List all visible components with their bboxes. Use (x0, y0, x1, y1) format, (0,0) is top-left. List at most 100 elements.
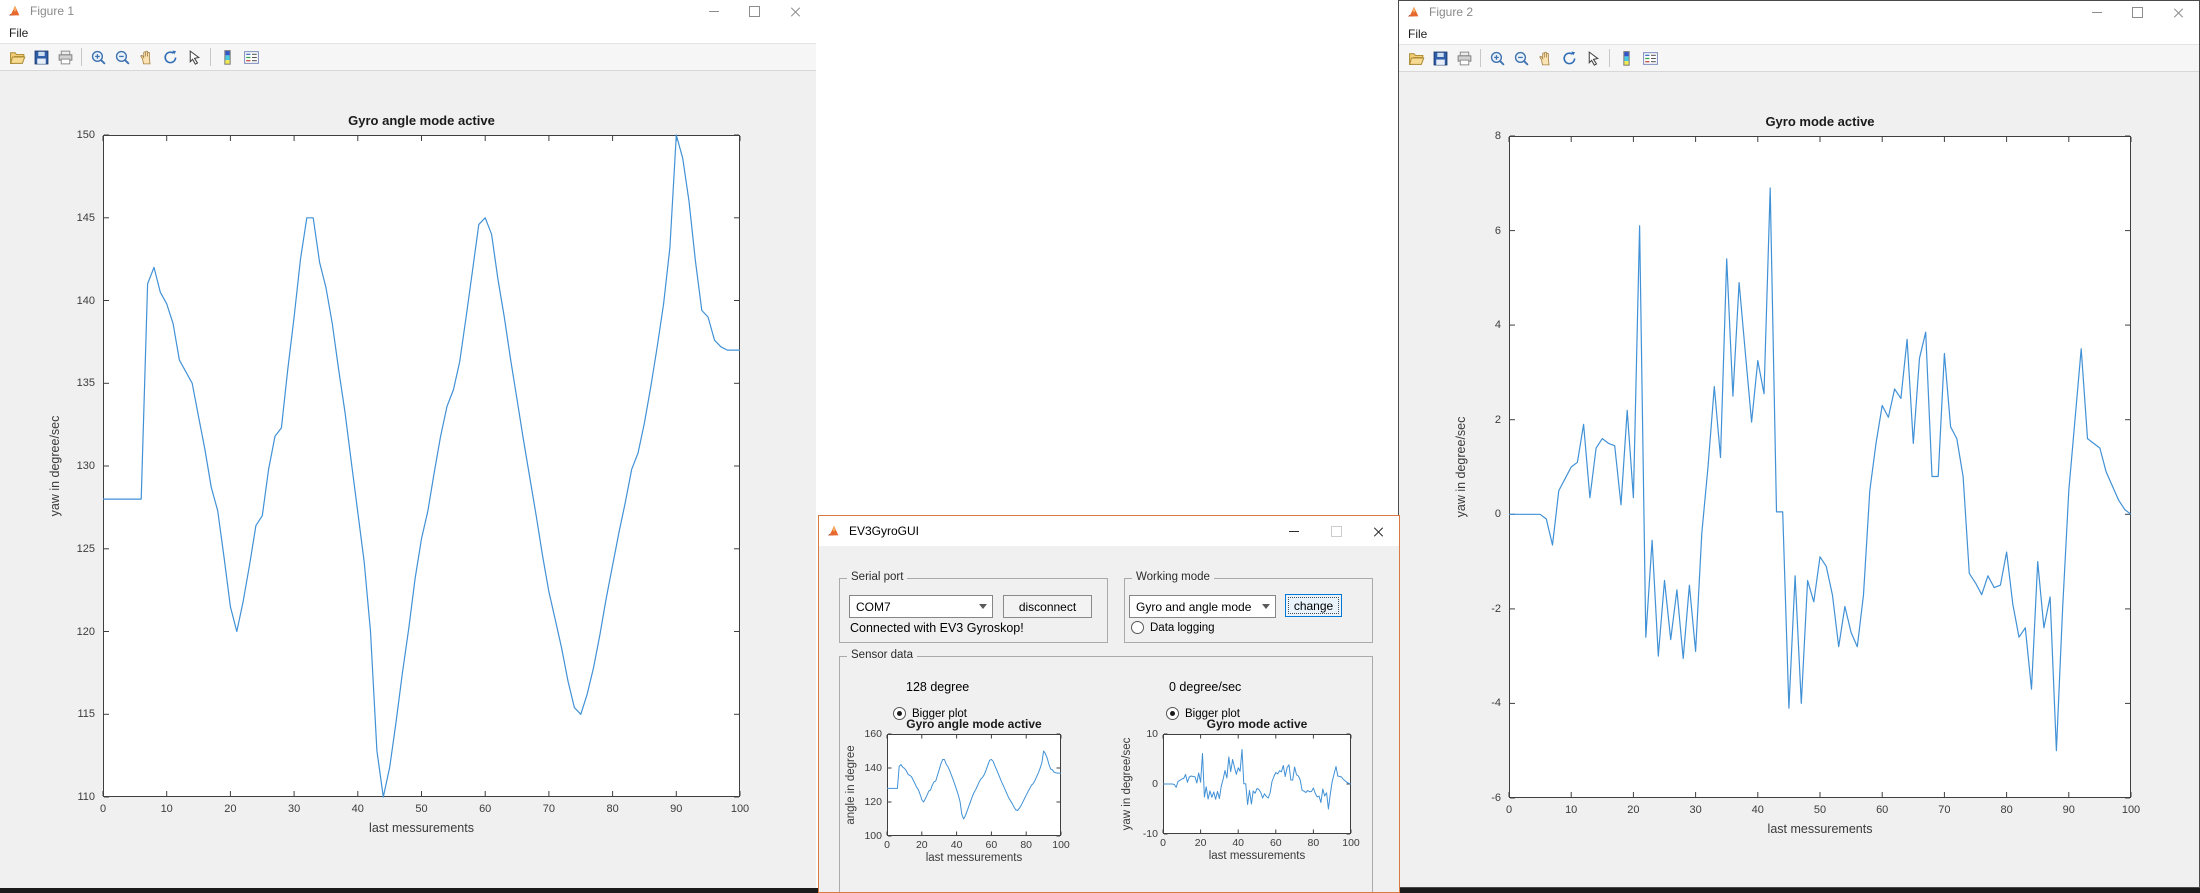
x-tick-label: 60 (1876, 804, 1888, 816)
data-logging-radio-row: Data logging (1131, 621, 1215, 634)
y-tick-label: 6 (1495, 225, 1501, 237)
x-tick-label: 50 (415, 803, 427, 815)
maximize-button[interactable] (2117, 1, 2158, 23)
rotate-3d-icon[interactable] (1557, 46, 1581, 70)
colorbar-icon[interactable] (215, 45, 239, 69)
x-tick-label: 100 (2122, 804, 2140, 816)
y-tick-label: 110 (77, 791, 95, 803)
ev3gyrogui-window: EV3GyroGUI Serial port COM7 disconnect C… (818, 515, 1400, 893)
save-icon[interactable] (1428, 46, 1452, 70)
open-icon[interactable] (5, 45, 29, 69)
toolbar-separator (1480, 49, 1481, 67)
save-icon[interactable] (29, 45, 53, 69)
figure2-window: Figure 2 File Gyro mode activelast messu… (1398, 0, 2200, 888)
matlab-icon (827, 524, 842, 539)
zoom-out-icon[interactable] (110, 45, 134, 69)
y-tick-label: -2 (1491, 603, 1501, 615)
serial-port-select[interactable]: COM7 (849, 595, 993, 618)
close-button[interactable] (1357, 516, 1399, 546)
x-tick-label: 30 (288, 803, 300, 815)
plot-title: Gyro angle mode active (887, 717, 1061, 731)
minimize-icon (709, 11, 719, 12)
y-tick-label: 140 (864, 762, 882, 774)
chevron-down-icon (1257, 604, 1275, 609)
data-cursor-icon[interactable] (1581, 46, 1605, 70)
x-tick-label: 0 (1506, 804, 1512, 816)
x-tick-label: 20 (1195, 837, 1207, 849)
legend-icon[interactable] (239, 45, 263, 69)
minimize-button[interactable] (693, 0, 734, 22)
window-title: Figure 1 (30, 4, 74, 18)
matlab-icon (1407, 5, 1422, 20)
serial-port-value: COM7 (850, 600, 974, 614)
data-logging-radio[interactable] (1131, 621, 1144, 634)
gui-gyro-plot: Gyro mode activelast messurementsyaw in … (1163, 734, 1351, 834)
x-tick-label: 60 (986, 839, 998, 851)
close-button[interactable] (2158, 1, 2199, 23)
working-mode-group-label: Working mode (1132, 571, 1214, 583)
minimize-button[interactable] (1273, 516, 1315, 546)
print-icon[interactable] (1452, 46, 1476, 70)
print-icon[interactable] (53, 45, 77, 69)
menu-file[interactable]: File (0, 26, 37, 40)
working-mode-select[interactable]: Gyro and angle mode (1129, 595, 1276, 618)
x-tick-label: 0 (1160, 837, 1166, 849)
menu-file[interactable]: File (1399, 27, 1436, 41)
y-tick-label: 160 (864, 728, 882, 740)
x-tick-label: 70 (543, 803, 555, 815)
zoom-in-icon[interactable] (86, 45, 110, 69)
zoom-in-icon[interactable] (1485, 46, 1509, 70)
y-tick-label: 135 (77, 377, 95, 389)
minimize-icon (1289, 531, 1299, 532)
x-tick-label: 60 (1270, 837, 1282, 849)
data-logging-label: Data logging (1150, 622, 1215, 634)
x-tick-label: 40 (1752, 804, 1764, 816)
disconnect-button[interactable]: disconnect (1003, 595, 1092, 618)
y-tick-label: 115 (77, 708, 95, 720)
minimize-button[interactable] (2076, 1, 2117, 23)
y-tick-label: 2 (1495, 414, 1501, 426)
legend-icon[interactable] (1638, 46, 1662, 70)
x-tick-label: 60 (479, 803, 491, 815)
pan-icon[interactable] (134, 45, 158, 69)
maximize-icon (749, 6, 760, 17)
maximize-button[interactable] (734, 0, 775, 22)
serial-port-group-label: Serial port (847, 571, 907, 583)
maximize-icon (2132, 7, 2143, 18)
angle-reading: 128 degree (906, 680, 969, 694)
pan-icon[interactable] (1533, 46, 1557, 70)
window-title: EV3GyroGUI (849, 524, 919, 538)
minimize-icon (2092, 12, 2102, 13)
y-tick-label: 10 (1146, 728, 1158, 740)
change-button[interactable]: change (1285, 594, 1342, 617)
x-tick-label: 100 (1342, 837, 1360, 849)
x-tick-label: 10 (161, 803, 173, 815)
chevron-down-icon (974, 604, 992, 609)
toolbar-separator (81, 48, 82, 66)
x-axis-label: last messurements (103, 821, 740, 835)
x-tick-label: 0 (100, 803, 106, 815)
figure1-titlebar: Figure 1 (0, 0, 816, 22)
zoom-out-icon[interactable] (1509, 46, 1533, 70)
x-tick-label: 90 (2063, 804, 2075, 816)
x-tick-label: 40 (1232, 837, 1244, 849)
plot-title: Gyro mode active (1509, 114, 2131, 129)
figure-toolbar (1399, 44, 2199, 72)
y-axis-label: yaw in degree/sec (1121, 738, 1133, 831)
x-tick-label: 80 (1308, 837, 1320, 849)
toolbar-separator (210, 48, 211, 66)
x-axis-label: last messurements (1509, 822, 2131, 836)
focus-rectangle (1288, 597, 1339, 614)
y-tick-label: 140 (77, 295, 95, 307)
data-cursor-icon[interactable] (182, 45, 206, 69)
rotate-3d-icon[interactable] (158, 45, 182, 69)
open-icon[interactable] (1404, 46, 1428, 70)
maximize-icon (1331, 526, 1342, 537)
figure1-plot: Gyro angle mode activelast messurementsy… (103, 135, 740, 797)
colorbar-icon[interactable] (1614, 46, 1638, 70)
y-axis-label: yaw in degree/sec (1454, 417, 1468, 518)
y-tick-label: 145 (77, 212, 95, 224)
close-button[interactable] (775, 0, 816, 22)
y-tick-label: 120 (864, 796, 882, 808)
connection-status: Connected with EV3 Gyroskop! (850, 621, 1024, 635)
